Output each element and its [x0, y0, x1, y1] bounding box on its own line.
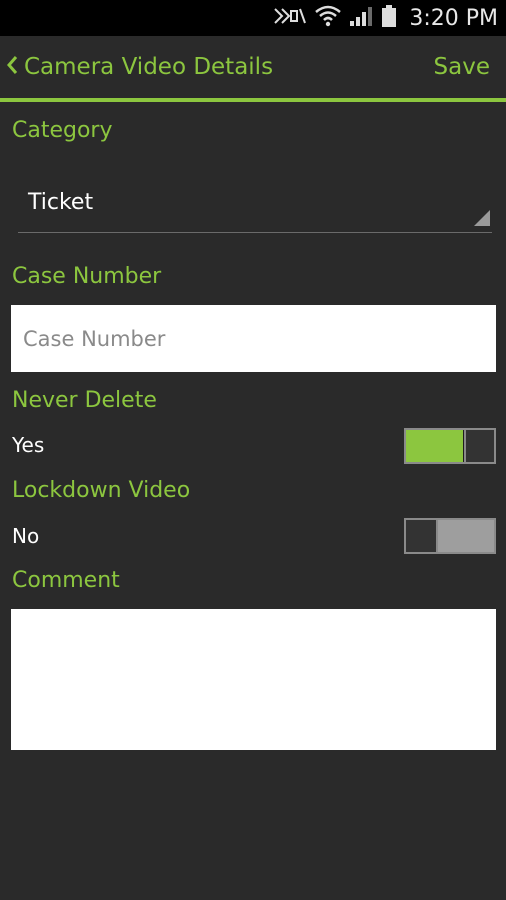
- lockdown-video-value: No: [12, 524, 40, 548]
- category-label: Category: [12, 118, 113, 143]
- chevron-left-icon: [6, 55, 18, 79]
- comment-textarea[interactable]: [11, 609, 496, 750]
- save-button[interactable]: Save: [434, 36, 490, 98]
- never-delete-value: Yes: [12, 433, 45, 457]
- toggle-thumb: [406, 520, 438, 552]
- comment-label: Comment: [12, 568, 120, 593]
- nfc-icon: [273, 5, 307, 31]
- status-time: 3:20 PM: [409, 5, 498, 31]
- never-delete-toggle[interactable]: [404, 428, 496, 464]
- lockdown-video-label: Lockdown Video: [12, 478, 191, 503]
- toggle-track-fill: [406, 430, 463, 462]
- dropdown-arrow-icon: [474, 210, 490, 230]
- battery-icon: [381, 4, 397, 32]
- wifi-icon: [315, 4, 342, 32]
- status-icons: 3:20 PM: [273, 0, 498, 36]
- action-bar-divider: [0, 98, 506, 102]
- toggle-track-fill: [438, 520, 494, 552]
- status-bar: 3:20 PM: [0, 0, 506, 36]
- case-number-input[interactable]: [11, 305, 496, 372]
- category-dropdown[interactable]: Ticket: [18, 178, 492, 233]
- toggle-thumb: [464, 430, 494, 462]
- never-delete-label: Never Delete: [12, 388, 157, 413]
- lockdown-video-toggle[interactable]: [404, 518, 496, 554]
- page-title: Camera Video Details: [24, 54, 274, 80]
- back-button[interactable]: Camera Video Details: [6, 36, 273, 98]
- signal-icon: [349, 5, 373, 31]
- category-selected-value: Ticket: [28, 190, 94, 215]
- case-number-label: Case Number: [12, 264, 162, 289]
